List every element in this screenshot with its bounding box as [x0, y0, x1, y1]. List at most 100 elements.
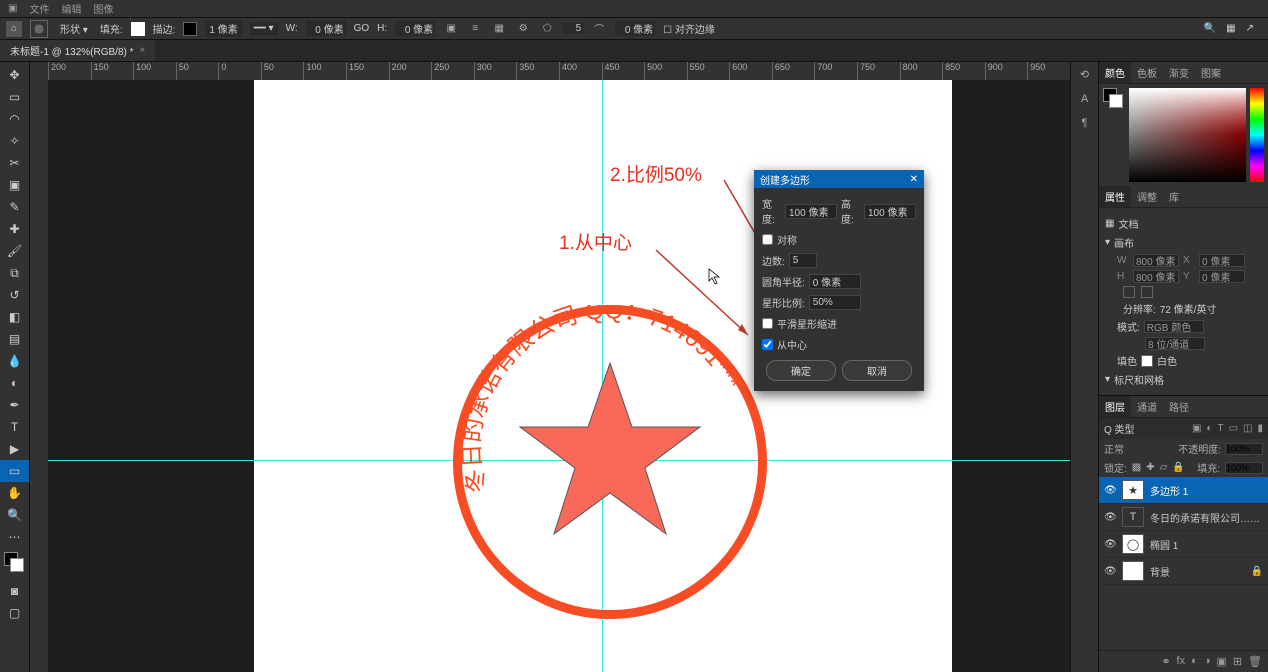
stroke-swatch[interactable] — [183, 22, 197, 36]
canvas-viewport[interactable]: 冬日的承诺有限公司 QQ：714091*** 1.从中心 2.比例50% 创建多… — [48, 80, 1070, 672]
adjustment-layer-icon[interactable]: ◑ — [1204, 655, 1211, 668]
bg-swatch[interactable] — [1141, 355, 1153, 367]
type-tool[interactable]: T — [0, 416, 29, 438]
shape-mode-dropdown[interactable]: 形状 ▾ — [56, 21, 92, 36]
lock-position-icon[interactable]: ✚ — [1146, 462, 1154, 473]
tab-adjustments[interactable]: 调整 — [1131, 186, 1163, 207]
home-icon[interactable]: ⌂ — [6, 21, 22, 37]
opacity-input[interactable] — [1225, 443, 1263, 455]
close-tab-icon[interactable]: × — [140, 45, 146, 56]
cancel-button[interactable]: 取消 — [842, 360, 912, 381]
align-edges-checkbox[interactable]: ☐ 对齐边缘 — [663, 21, 715, 36]
ruler-horizontal[interactable]: 2001501005005010015020025030035040045050… — [48, 62, 1070, 80]
tab-gradients[interactable]: 渐变 — [1163, 62, 1195, 83]
workspace-icon[interactable]: ▦ — [1226, 23, 1235, 34]
dialog-titlebar[interactable]: 创建多边形 ✕ — [754, 170, 924, 188]
from-center-checkbox[interactable]: 从中心 — [762, 337, 916, 352]
tab-libraries[interactable]: 库 — [1163, 186, 1185, 207]
layer-name[interactable]: 冬日的承诺有限公司…14091*** — [1150, 510, 1263, 525]
lasso-tool[interactable]: ◠ — [0, 108, 29, 130]
star-ratio-input[interactable] — [809, 295, 861, 310]
crop-tool[interactable]: ✂ — [0, 152, 29, 174]
path-ops-icon[interactable]: ▣ — [443, 21, 459, 37]
gear-icon[interactable]: ⚙ — [515, 21, 531, 37]
eyedropper-tool[interactable]: ✎ — [0, 196, 29, 218]
pen-tool[interactable]: ✒ — [0, 394, 29, 416]
close-icon[interactable]: ✕ — [910, 174, 918, 185]
filter-adjust-icon[interactable]: ◐ — [1206, 423, 1212, 434]
canvas-section-header[interactable]: ▾ 画布 — [1105, 235, 1262, 250]
prop-x-input[interactable] — [1199, 254, 1245, 267]
layer-name[interactable]: 椭圆 1 — [1150, 537, 1263, 552]
ruler-grid-section-header[interactable]: ▾ 标尺和网格 — [1105, 372, 1262, 387]
character-icon[interactable]: A — [1081, 93, 1088, 105]
smooth-star-checkbox[interactable]: 平滑星形缩进 — [762, 316, 916, 331]
prop-w-input[interactable] — [1133, 254, 1179, 267]
height-input[interactable] — [864, 204, 916, 219]
menu-item[interactable]: 图像 — [93, 1, 113, 16]
layer-row[interactable]: 👁 ◯ 椭圆 1 — [1099, 531, 1268, 558]
filter-toggle-icon[interactable]: ▮ — [1257, 423, 1263, 434]
filter-pixel-icon[interactable]: ▣ — [1192, 423, 1201, 434]
layer-row[interactable]: 👁 ★ 多边形 1 — [1099, 477, 1268, 504]
link-icon[interactable]: GO — [354, 23, 370, 34]
frame-tool[interactable]: ▣ — [0, 174, 29, 196]
mode-dropdown[interactable] — [1144, 320, 1204, 333]
tab-patterns[interactable]: 图案 — [1195, 62, 1227, 83]
filter-type-icon[interactable]: T — [1217, 423, 1223, 434]
screenmode-icon[interactable]: ▢ — [0, 602, 29, 624]
stroke-style-dropdown[interactable]: ━━ ▾ — [250, 22, 278, 35]
tab-channels[interactable]: 通道 — [1131, 396, 1163, 417]
layer-mask-icon[interactable]: ◐ — [1191, 655, 1198, 668]
panel-fgbg-swatches[interactable] — [1103, 88, 1125, 182]
layer-name[interactable]: 多边形 1 — [1150, 483, 1263, 498]
blend-mode-dropdown[interactable]: 正常 — [1104, 441, 1124, 456]
gradient-tool[interactable]: ▤ — [0, 328, 29, 350]
layer-name[interactable]: 背景 — [1150, 564, 1245, 579]
blur-tool[interactable]: 💧 — [0, 350, 29, 372]
lock-artboard-icon[interactable]: ▱ — [1160, 462, 1168, 473]
fill-input[interactable] — [1225, 462, 1263, 474]
visibility-icon[interactable]: 👁 — [1104, 566, 1116, 577]
fg-bg-swatches[interactable] — [0, 552, 29, 580]
color-field[interactable] — [1129, 88, 1246, 182]
symmetric-checkbox[interactable]: 对称 — [762, 232, 916, 247]
orient-portrait-icon[interactable] — [1123, 286, 1135, 298]
lock-all-icon[interactable]: 🔒 — [1172, 462, 1184, 473]
link-layers-icon[interactable]: ⚭ — [1161, 655, 1170, 668]
height-input[interactable]: 0 像素 — [395, 21, 435, 36]
path-select-tool[interactable]: ▶ — [0, 438, 29, 460]
filter-smart-icon[interactable]: ◫ — [1243, 423, 1252, 434]
edit-toolbar[interactable]: ⋯ — [0, 526, 29, 548]
tab-properties[interactable]: 属性 — [1099, 186, 1131, 207]
orient-landscape-icon[interactable] — [1141, 286, 1153, 298]
zoom-tool[interactable]: 🔍 — [0, 504, 29, 526]
heal-tool[interactable]: ✚ — [0, 218, 29, 240]
document-tab[interactable]: 未标题-1 @ 132%(RGB/8) * × — [0, 40, 155, 61]
tab-color[interactable]: 颜色 — [1099, 62, 1131, 83]
wand-tool[interactable]: ✧ — [0, 130, 29, 152]
ok-button[interactable]: 确定 — [766, 360, 836, 381]
brush-tool[interactable]: 🖌 — [0, 240, 29, 262]
stamp-tool[interactable]: ⧉ — [0, 262, 29, 284]
filter-shape-icon[interactable]: ▭ — [1229, 423, 1238, 434]
width-input[interactable]: 0 像素 — [306, 21, 346, 36]
prop-h-input[interactable] — [1133, 270, 1179, 283]
group-icon[interactable]: ▣ — [1216, 655, 1226, 668]
sides-input[interactable] — [789, 253, 817, 268]
hue-strip[interactable] — [1250, 88, 1264, 182]
depth-dropdown[interactable] — [1145, 337, 1205, 350]
eraser-tool[interactable]: ◧ — [0, 306, 29, 328]
menu-item[interactable]: 文件 — [29, 1, 49, 16]
layer-style-icon[interactable]: fx — [1177, 655, 1186, 668]
fill-swatch[interactable] — [131, 22, 145, 36]
stroke-width-dropdown[interactable]: 1 像素 — [205, 20, 241, 37]
hand-tool[interactable]: ✋ — [0, 482, 29, 504]
share-icon[interactable]: ↗ — [1246, 23, 1254, 34]
search-icon[interactable]: 🔍 — [1204, 23, 1216, 34]
tab-paths[interactable]: 路径 — [1163, 396, 1195, 417]
prop-y-input[interactable] — [1199, 270, 1245, 283]
new-layer-icon[interactable]: ⊞ — [1233, 655, 1242, 668]
arrange-icon[interactable]: ▦ — [491, 21, 507, 37]
visibility-icon[interactable]: 👁 — [1104, 539, 1116, 550]
